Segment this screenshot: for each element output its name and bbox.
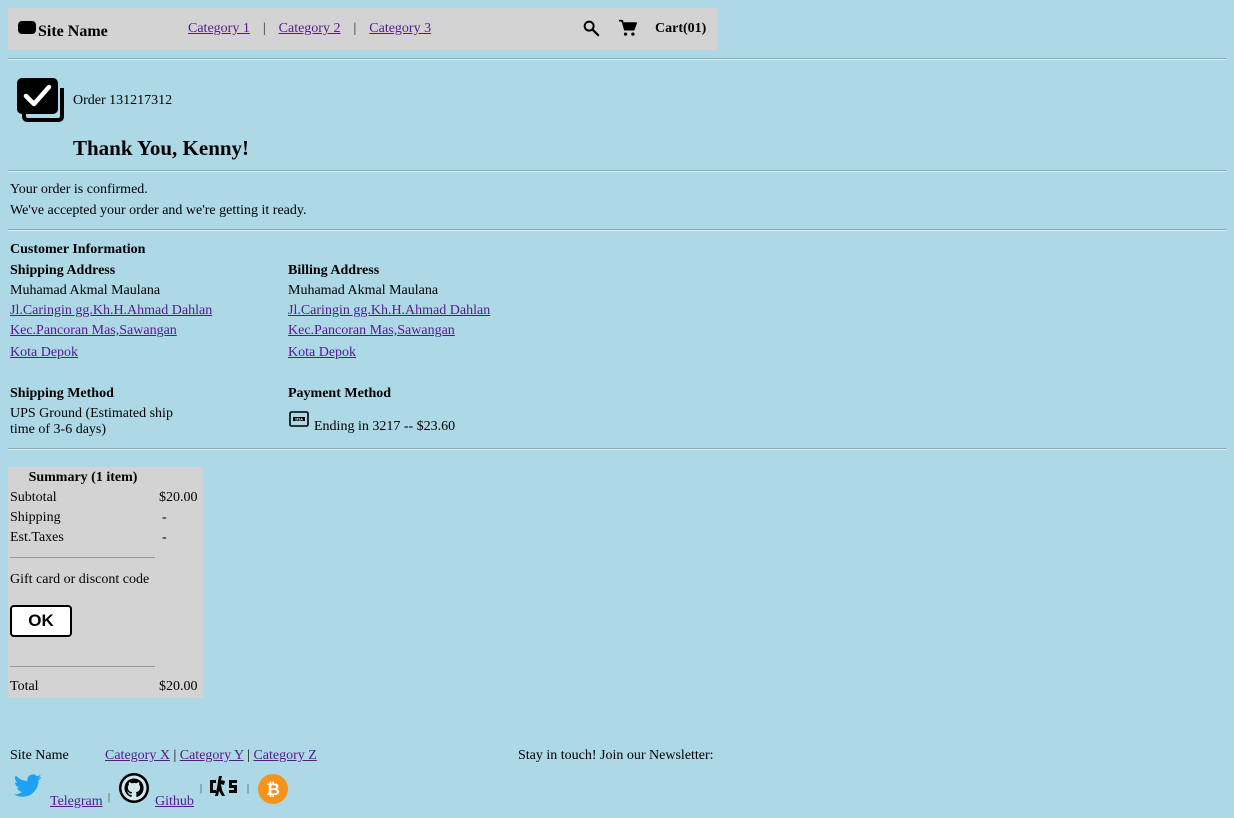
nav-separator: |	[353, 21, 357, 36]
payment-method-heading: Payment Method	[288, 386, 392, 401]
divider	[8, 448, 1226, 450]
payment-method-value: Ending in 3217 -- $23.60	[314, 419, 456, 434]
nav-category-1[interactable]: Category 1	[188, 21, 250, 36]
thank-you-heading: Thank You, Kenny!	[73, 136, 250, 160]
svg-text:VISA: VISA	[295, 417, 303, 421]
visa-card-icon: VISA	[289, 411, 309, 427]
order-summary: Summary (1 item) Subtotal $20.00 Shippin…	[8, 467, 203, 698]
order-accepted-text: We've accepted your order and we're gett…	[10, 203, 307, 218]
footer-separator: |	[247, 783, 250, 794]
billing-address-line[interactable]: Kec.Pancoran Mas,Sawangan	[288, 323, 455, 338]
footer-site-name: Site Name	[10, 748, 69, 763]
billing-name: Muhamad Akmal Maulana	[288, 283, 439, 298]
nav-category-3[interactable]: Category 3	[369, 21, 431, 36]
order-number: Order 131217312	[73, 93, 173, 108]
footer-separator: |	[108, 792, 111, 803]
nav-separator: |	[262, 21, 266, 36]
footer-separator: |	[173, 748, 177, 763]
main-nav: Category 1 | Category 2 | Category 3	[188, 21, 431, 37]
divider	[8, 58, 1226, 60]
footer-separator: |	[247, 748, 250, 763]
order-confirmed-check-icon	[17, 78, 64, 122]
customer-information-heading: Customer Information	[10, 242, 146, 257]
footer-category-y[interactable]: Category Y	[180, 748, 244, 763]
site-header: Site Name Category 1 | Category 2 | Category…	[8, 8, 717, 50]
shipping-address-heading: Shipping Address	[10, 263, 116, 278]
subtotal-value: $20.00	[159, 490, 198, 505]
nav-category-2[interactable]: Category 2	[279, 21, 341, 36]
subtotal-row: Subtotal $20.00	[10, 490, 200, 510]
divider	[8, 229, 1226, 231]
footer-category-z[interactable]: Category Z	[253, 748, 316, 763]
shipping-address-line[interactable]: Jl.Caringin gg.Kh.H.Ahmad Dahlan	[10, 303, 212, 318]
summary-divider	[10, 666, 155, 667]
footer-separator: |	[200, 783, 203, 794]
billing-address-line[interactable]: Kota Depok	[288, 345, 356, 360]
taxes-row: Est.Taxes -	[10, 530, 200, 550]
summary-title: Summary (1 item)	[28, 470, 138, 485]
newsletter-text: Stay in touch! Join our Newsletter:	[518, 748, 714, 763]
shipping-row: Shipping -	[10, 510, 200, 530]
order-confirmed-text: Your order is confirmed.	[10, 182, 148, 197]
logo-icon[interactable]	[18, 21, 36, 34]
search-icon[interactable]	[582, 19, 600, 37]
total-value: $20.00	[159, 679, 198, 694]
gift-card-label: Gift card or discont code	[10, 572, 150, 587]
total-label: Total	[10, 679, 39, 694]
footer-category-x[interactable]: Category X	[105, 748, 170, 763]
subtotal-label: Subtotal	[10, 490, 57, 505]
ok-button[interactable]: OK	[10, 605, 72, 637]
github-link[interactable]: Github	[155, 794, 194, 810]
shipping-method-heading: Shipping Method	[10, 386, 114, 401]
twitter-icon[interactable]	[14, 774, 42, 798]
shipping-method-value: UPS Ground (Estimated ship time of 3-6 d…	[10, 406, 173, 437]
telegram-link[interactable]: Telegram	[50, 794, 103, 810]
shipping-label: Shipping	[10, 510, 61, 525]
github-icon[interactable]	[118, 772, 150, 804]
cart-icon[interactable]	[618, 19, 638, 37]
footer-categories: Category X | Category Y | Category Z	[105, 748, 317, 764]
site-name[interactable]: Site Name	[38, 23, 108, 41]
taxes-label: Est.Taxes	[10, 530, 64, 545]
cart-link[interactable]: Cart(01)	[655, 21, 706, 37]
billing-address: Billing Address Muhamad Akmal Maulana Jl…	[288, 263, 548, 365]
shipping-address-line[interactable]: Kota Depok	[10, 345, 78, 360]
billing-address-line[interactable]: Jl.Caringin gg.Kh.H.Ahmad Dahlan	[288, 303, 490, 318]
shipping-value: -	[162, 510, 167, 525]
taxes-value: -	[162, 530, 167, 545]
billing-address-heading: Billing Address	[288, 263, 380, 278]
total-row: Total $20.00	[10, 679, 200, 699]
svg-text:₿: ₿	[266, 780, 280, 800]
summary-divider	[10, 557, 155, 558]
shipping-address: Shipping Address Muhamad Akmal Maulana J…	[10, 263, 270, 365]
counter-strike-icon[interactable]	[208, 774, 244, 798]
bitcoin-icon[interactable]: ₿	[258, 774, 288, 804]
shipping-name: Muhamad Akmal Maulana	[10, 283, 161, 298]
shipping-address-line[interactable]: Kec.Pancoran Mas,Sawangan	[10, 323, 177, 338]
divider	[8, 170, 1226, 172]
